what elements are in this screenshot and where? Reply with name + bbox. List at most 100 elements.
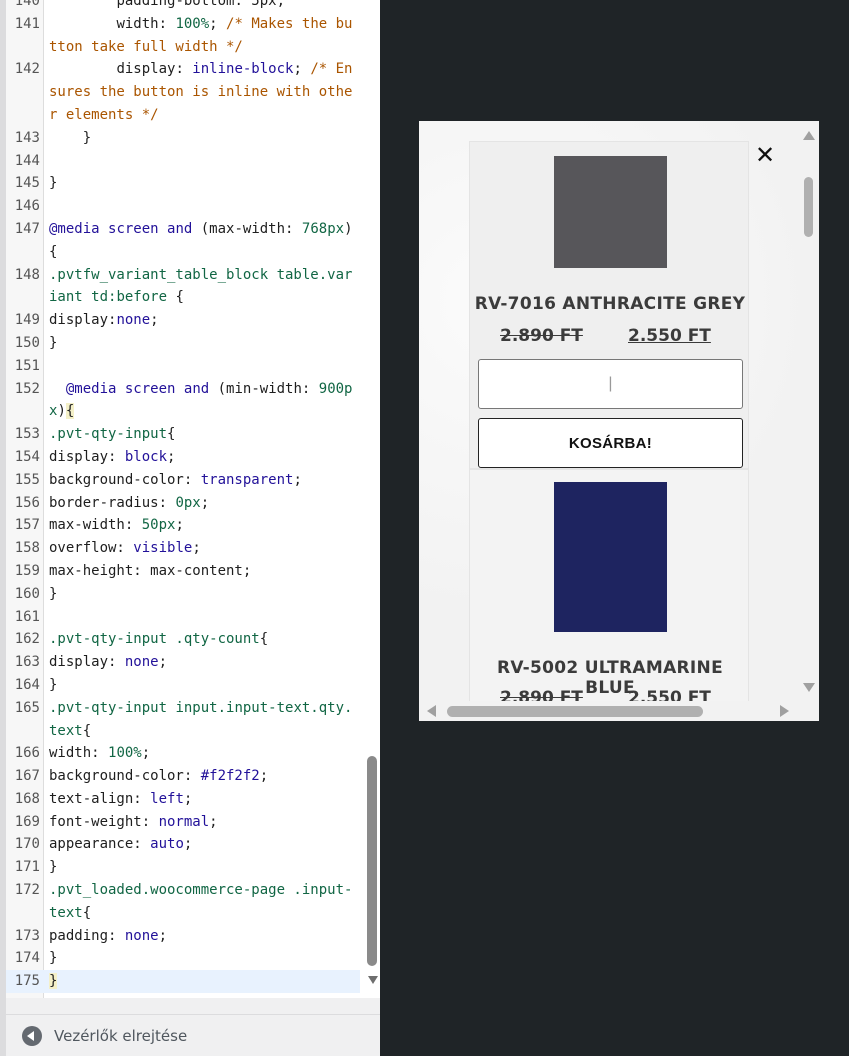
line-code: } <box>49 172 360 195</box>
code-token: max-height: max-content; <box>49 562 252 579</box>
customizer-sidebar: 140 padding-bottom: 5px; 141 width: 100%;… <box>0 0 380 1056</box>
code-line[interactable]: 142 display: inline-block; /* Ensures th… <box>6 58 360 126</box>
code-line[interactable]: 152 @media screen and (min-width: 900px)… <box>6 378 360 424</box>
code-line[interactable]: 169 font-weight: normal; <box>6 811 360 834</box>
code-line[interactable]: 160} <box>6 583 360 606</box>
code-line[interactable]: 155 background-color: transparent; <box>6 469 360 492</box>
preview-h-scrollbar-thumb[interactable] <box>447 706 703 717</box>
code-line[interactable]: 159 max-height: max-content; <box>6 560 360 583</box>
code-line[interactable]: 150} <box>6 332 360 355</box>
code-line[interactable]: 140 padding-bottom: 5px; <box>6 0 360 13</box>
line-code: appearance: auto; <box>49 833 360 856</box>
css-code-editor[interactable]: 140 padding-bottom: 5px; 141 width: 100%;… <box>6 0 380 998</box>
code-line[interactable]: 163 display: none; <box>6 651 360 674</box>
code-line[interactable]: 164} <box>6 674 360 697</box>
product-preview-popup: ✕ RV-7016 ANTHRACITE GREY 2.890 FT 2.550… <box>419 121 819 721</box>
code-line[interactable]: 175} <box>6 970 360 994</box>
hide-controls-label: Vezérlők elrejtése <box>54 1026 188 1045</box>
code-token: (max-width: <box>192 220 302 237</box>
code-token: ) <box>57 403 66 420</box>
code-line[interactable]: 162 .pvt-qty-input .qty-count{ <box>6 628 360 651</box>
line-code: max-height: max-content; <box>49 560 360 583</box>
hide-controls-button[interactable]: Vezérlők elrejtése <box>6 1014 380 1056</box>
code-line[interactable]: 156 border-radius: 0px; <box>6 492 360 515</box>
editor-scroll-down-icon[interactable] <box>368 976 378 984</box>
code-line[interactable]: 161 <box>6 606 360 629</box>
code-token: .pvt_loaded.woocommerce-page .input-text <box>49 882 353 921</box>
line-number: 157 <box>14 517 40 534</box>
code-line[interactable]: 148 .pvtfw_variant_table_block table.vari… <box>6 264 360 310</box>
code-token: font-weight: <box>49 813 159 830</box>
code-line[interactable]: 141 width: 100%; /* Makes the button tak… <box>6 13 360 59</box>
quantity-input[interactable] <box>478 359 743 409</box>
add-to-cart-button[interactable]: KOSÁRBA! <box>478 418 743 468</box>
code-line[interactable]: 153 .pvt-qty-input{ <box>6 423 360 446</box>
code-token: block <box>124 448 168 465</box>
code-line[interactable]: 173 padding: none; <box>6 925 360 948</box>
code-token: auto <box>150 836 184 853</box>
code-line[interactable]: 165 .pvt-qty-input input.input-text.qty.t… <box>6 697 360 743</box>
code-line[interactable]: 174} <box>6 947 360 970</box>
code-line[interactable]: 143 } <box>6 127 360 150</box>
line-code: display:none; <box>49 309 360 332</box>
code-line[interactable]: 172 .pvt_loaded.woocommerce-page .input-t… <box>6 879 360 925</box>
line-number: 165 <box>14 699 40 716</box>
code-token: 100% <box>108 745 142 762</box>
line-code: font-weight: normal; <box>49 811 360 834</box>
code-token: inline-block <box>192 61 294 78</box>
line-number: 143 <box>14 129 40 146</box>
old-price: 2.890 FT <box>500 688 583 701</box>
code-line[interactable]: 171} <box>6 856 360 879</box>
code-line[interactable]: 166 width: 100%; <box>6 742 360 765</box>
code-token: } <box>49 175 58 192</box>
editor-scrollbar-thumb[interactable] <box>367 756 377 966</box>
code-token: .pvtfw_variant_table_block <box>49 266 277 283</box>
code-line[interactable]: 145} <box>6 172 360 195</box>
code-token: { <box>167 426 176 443</box>
code-line[interactable]: 144 <box>6 150 360 173</box>
code-token: ; <box>141 745 151 762</box>
line-code: overflow: visible; <box>49 537 360 560</box>
product-card: RV-5002 ULTRAMARINE BLUE 2.890 FT 2.550 … <box>469 469 749 701</box>
preview-scroll-left-icon[interactable] <box>427 705 436 717</box>
preview-scroll-up-icon[interactable] <box>803 131 815 140</box>
close-icon[interactable]: ✕ <box>755 143 775 167</box>
code-line[interactable]: 147 @media screen and (max-width: 768px) … <box>6 218 360 264</box>
code-token: ; <box>158 927 168 944</box>
code-line[interactable]: 167 background-color: #f2f2f2; <box>6 765 360 788</box>
code-line[interactable]: 151 <box>6 355 360 378</box>
code-token: .pvt-qty-input .qty-count <box>49 631 260 648</box>
line-number: 173 <box>14 927 40 944</box>
code-token: ; <box>167 448 176 465</box>
code-line[interactable]: 168 text-align: left; <box>6 788 360 811</box>
code-token: border-radius: <box>49 494 176 511</box>
code-line[interactable]: 158 overflow: visible; <box>6 537 360 560</box>
code-token: ; <box>150 312 159 329</box>
code-lines[interactable]: 140 padding-bottom: 5px; 141 width: 100%;… <box>6 0 360 994</box>
preview-scroll-right-icon[interactable] <box>780 705 789 717</box>
code-line[interactable]: 146 <box>6 195 360 218</box>
code-token: background-color: <box>49 768 201 785</box>
code-line[interactable]: 154 display: block; <box>6 446 360 469</box>
code-line[interactable]: 170 appearance: auto; <box>6 833 360 856</box>
product-name: RV-7016 ANTHRACITE GREY <box>474 294 746 314</box>
line-code: max-width: 50px; <box>49 514 360 537</box>
code-token: none <box>116 312 151 329</box>
line-number: 161 <box>14 608 40 625</box>
code-token: screen <box>124 380 176 397</box>
code-token: transparent <box>200 471 294 488</box>
code-token: ; <box>209 813 218 830</box>
code-token: ; <box>259 768 269 785</box>
preview-scroll-down-icon[interactable] <box>803 683 815 692</box>
code-token: and <box>167 220 193 237</box>
code-token: appearance: <box>49 836 151 853</box>
preview-scrollbar-thumb[interactable] <box>804 177 813 237</box>
line-number: 159 <box>14 562 40 579</box>
old-price: 2.890 FT <box>500 326 583 346</box>
line-number: 160 <box>14 585 40 602</box>
code-line[interactable]: 157 max-width: 50px; <box>6 514 360 537</box>
code-line[interactable]: 149 display:none; <box>6 309 360 332</box>
